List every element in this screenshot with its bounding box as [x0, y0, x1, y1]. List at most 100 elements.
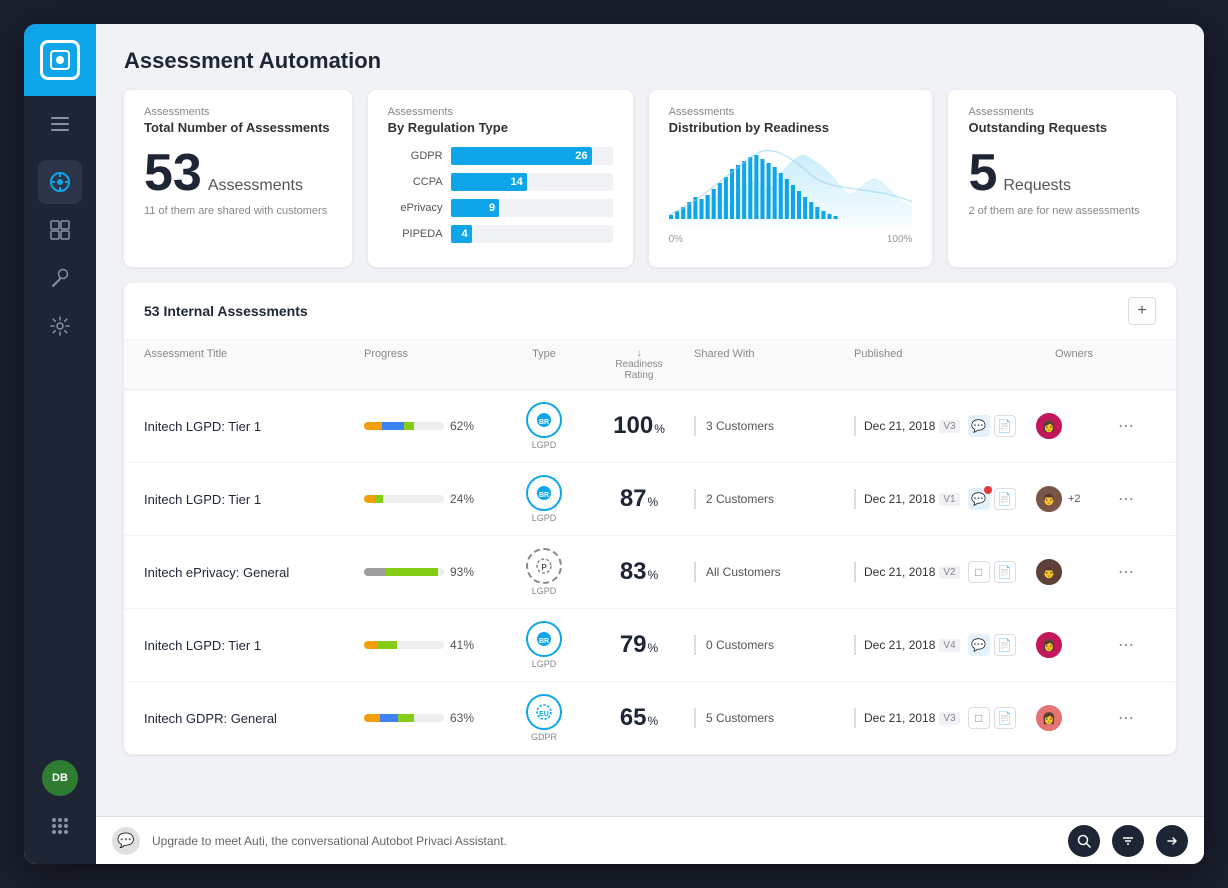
chat-icon-1[interactable]: 💬: [968, 415, 990, 437]
sidebar-item-tools[interactable]: [38, 256, 82, 300]
more-button-5[interactable]: ⋯: [1114, 706, 1138, 730]
published-version-4: V4: [939, 639, 959, 652]
type-badge-2: BR: [526, 475, 562, 511]
sidebar-item-settings[interactable]: [38, 304, 82, 348]
progress-pct-1: 62%: [450, 419, 474, 433]
navigate-action-button[interactable]: [1156, 825, 1188, 857]
progress-bar-3: [364, 568, 444, 576]
more-button-1[interactable]: ⋯: [1114, 414, 1138, 438]
stat-label-distribution: Assessments: [669, 106, 913, 118]
published-version-3: V2: [939, 566, 959, 579]
stat-title-total: Total Number of Assessments: [144, 120, 332, 135]
published-version-5: V3: [939, 712, 959, 725]
chat-icon-3[interactable]: □: [968, 561, 990, 583]
stats-row: Assessments Total Number of Assessments …: [96, 90, 1204, 283]
table-title: 53 Internal Assessments: [144, 303, 1128, 319]
bar-value-eprivacy: 9: [489, 202, 495, 214]
stat-label-total: Assessments: [144, 106, 332, 118]
type-badge-5: EU: [526, 694, 562, 730]
chat-icon-4[interactable]: 💬: [968, 634, 990, 656]
doc-icon-1[interactable]: 📄: [994, 415, 1016, 437]
type-badge-4: BR: [526, 621, 562, 657]
sidebar-bottom: DB: [38, 760, 82, 864]
assessment-title-4: Initech LGPD: Tier 1: [144, 638, 364, 653]
type-cell-5: EU GDPR: [504, 694, 584, 742]
doc-icon-4[interactable]: 📄: [994, 634, 1016, 656]
shared-text-4: 0 Customers: [706, 638, 774, 652]
more-button-4[interactable]: ⋯: [1114, 633, 1138, 657]
readiness-cell-3: 83 %: [584, 558, 694, 586]
more-button-2[interactable]: ⋯: [1114, 487, 1138, 511]
sidebar-item-apps[interactable]: [38, 804, 82, 848]
published-date-3: Dec 21, 2018: [864, 565, 935, 579]
progress-bar-5: [364, 714, 444, 722]
bar-fill-ccpa: 14: [451, 173, 527, 191]
progress-cell-1: 62%: [364, 419, 504, 433]
owners-cell-1: 👩: [1034, 411, 1114, 441]
sidebar-menu-button[interactable]: [24, 100, 96, 148]
doc-icon-5[interactable]: 📄: [994, 707, 1016, 729]
shared-text-2: 2 Customers: [706, 492, 774, 506]
search-action-button[interactable]: [1068, 825, 1100, 857]
readiness-num-3: 83: [620, 558, 647, 586]
notif-dot-2: [984, 486, 992, 494]
published-cell-3: Dec 21, 2018 V2 □ 📄: [854, 561, 1034, 583]
add-assessment-button[interactable]: +: [1128, 297, 1156, 325]
more-button-3[interactable]: ⋯: [1114, 560, 1138, 584]
table-row: Initech ePrivacy: General 93% P LGPD: [124, 536, 1176, 609]
bar-value-pipeda: 4: [462, 228, 468, 240]
readiness-num-1: 100: [613, 412, 653, 440]
col-header-progress: Progress: [364, 348, 504, 381]
readiness-num-2: 87: [620, 485, 647, 513]
col-header-actions: [1114, 348, 1176, 381]
type-label-3: LGPD: [532, 586, 557, 596]
bottom-message: Upgrade to meet Auti, the conversational…: [152, 834, 1056, 848]
table-row: Initech GDPR: General 63% EU GDP: [124, 682, 1176, 754]
bar-track-ccpa: 14: [451, 173, 613, 191]
bar-track-pipeda: 4: [451, 225, 613, 243]
stat-label-regulation: Assessments: [388, 106, 613, 118]
shared-cell-3: All Customers: [694, 562, 854, 582]
col-header-owners: Owners: [1034, 348, 1114, 381]
progress-bar-4: [364, 641, 444, 649]
page-title: Assessment Automation: [124, 48, 1176, 74]
stat-number-total: 53: [144, 147, 202, 199]
sidebar-item-network[interactable]: [38, 160, 82, 204]
owners-cell-3: 👨: [1034, 557, 1114, 587]
shared-divider-1: [694, 416, 696, 436]
col-header-title: Assessment Title: [144, 348, 364, 381]
sidebar-item-dashboard[interactable]: [38, 208, 82, 252]
table-section: 53 Internal Assessments + Assessment Tit…: [96, 283, 1204, 816]
owner-avatar-3: 👨: [1034, 557, 1064, 587]
bar-value-gdpr: 26: [575, 150, 587, 162]
svg-text:P: P: [541, 563, 547, 572]
shared-text-5: 5 Customers: [706, 711, 774, 725]
pub-icons-2: 💬 📄: [968, 488, 1016, 510]
type-cell-2: BR LGPD: [504, 475, 584, 523]
published-date-4: Dec 21, 2018: [864, 638, 935, 652]
readiness-cell-1: 100 %: [584, 412, 694, 440]
svg-text:BR: BR: [539, 492, 549, 499]
col-header-published: Published: [854, 348, 1034, 381]
sidebar-logo[interactable]: [24, 24, 96, 96]
user-avatar-button[interactable]: DB: [42, 760, 78, 796]
owner-avatar-2: 👨: [1034, 484, 1064, 514]
sidebar: DB: [24, 24, 96, 864]
shared-divider-2: [694, 489, 696, 509]
stat-unit-outstanding: Requests: [1003, 177, 1071, 195]
page-header: Assessment Automation: [96, 24, 1204, 90]
filter-action-button[interactable]: [1112, 825, 1144, 857]
owner-avatar-5: 👩: [1034, 703, 1064, 733]
bar-row-ccpa: CCPA 14: [388, 173, 613, 191]
shared-cell-2: 2 Customers: [694, 489, 854, 509]
dist-x-start: 0%: [669, 234, 683, 245]
progress-cell-3: 93%: [364, 565, 504, 579]
chat-icon-2[interactable]: 💬: [968, 488, 990, 510]
shared-cell-4: 0 Customers: [694, 635, 854, 655]
table-row: Initech LGPD: Tier 1 41% BR LGPD: [124, 609, 1176, 682]
doc-icon-2[interactable]: 📄: [994, 488, 1016, 510]
doc-icon-3[interactable]: 📄: [994, 561, 1016, 583]
chat-icon-5[interactable]: □: [968, 707, 990, 729]
pub-icons-3: □ 📄: [968, 561, 1016, 583]
bar-value-ccpa: 14: [510, 176, 522, 188]
